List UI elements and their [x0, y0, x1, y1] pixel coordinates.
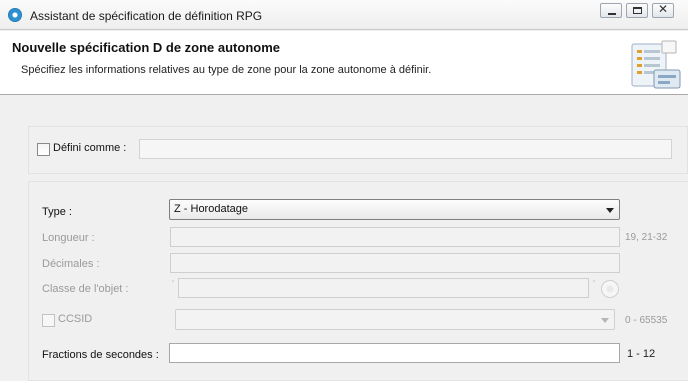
- type-select-value: Z - Horodatage: [174, 203, 248, 215]
- minimize-icon: [608, 13, 616, 15]
- minimize-button[interactable]: [600, 3, 622, 18]
- decimales-label: Décimales :: [42, 258, 100, 270]
- decimales-field[interactable]: [170, 253, 620, 273]
- window-title: Assistant de spécification de définition…: [30, 9, 263, 23]
- title-bar: Assistant de spécification de définition…: [0, 0, 688, 30]
- type-label: Type :: [42, 206, 72, 218]
- longueur-range-hint: 19, 21-32: [625, 232, 668, 243]
- classe-objet-close-quote: ': [593, 279, 595, 290]
- classe-objet-label: Classe de l'objet :: [42, 283, 129, 295]
- ccsid-range-hint: 0 - 65535: [625, 315, 668, 326]
- chevron-down-icon: [601, 318, 609, 323]
- page-title: Nouvelle spécification D de zone autonom…: [12, 40, 280, 55]
- wizard-header: Nouvelle spécification D de zone autonom…: [0, 31, 688, 95]
- ccsid-checkbox[interactable]: [42, 314, 55, 327]
- defini-comme-field[interactable]: [139, 139, 672, 159]
- window-controls: ✕: [600, 2, 674, 18]
- longueur-field[interactable]: [170, 227, 620, 247]
- app-icon: [8, 8, 22, 22]
- fractions-label: Fractions de secondes :: [42, 349, 159, 361]
- ccsid-select[interactable]: [175, 309, 615, 330]
- classe-objet-field[interactable]: [178, 278, 589, 298]
- ccsid-label: CCSID: [58, 313, 93, 325]
- page-description: Spécifiez les informations relatives au …: [21, 64, 432, 76]
- maximize-button[interactable]: [626, 3, 648, 18]
- wizard-banner-icon: [631, 40, 681, 89]
- classe-objet-open-quote: ': [172, 279, 174, 290]
- browse-object-class-button[interactable]: [601, 280, 619, 298]
- defini-comme-label: Défini comme :: [53, 142, 127, 154]
- fractions-field[interactable]: [169, 343, 620, 363]
- wizard-content: Défini comme : Type : Z - Horodatage Lon…: [0, 96, 688, 381]
- type-select[interactable]: Z - Horodatage: [169, 199, 620, 220]
- close-button[interactable]: ✕: [652, 2, 674, 18]
- fractions-range-hint: 1 - 12: [627, 348, 656, 360]
- maximize-icon: [633, 7, 642, 14]
- defini-comme-checkbox[interactable]: [37, 143, 50, 156]
- chevron-down-icon: [606, 208, 614, 213]
- close-icon: ✕: [657, 2, 669, 16]
- longueur-label: Longueur :: [42, 232, 95, 244]
